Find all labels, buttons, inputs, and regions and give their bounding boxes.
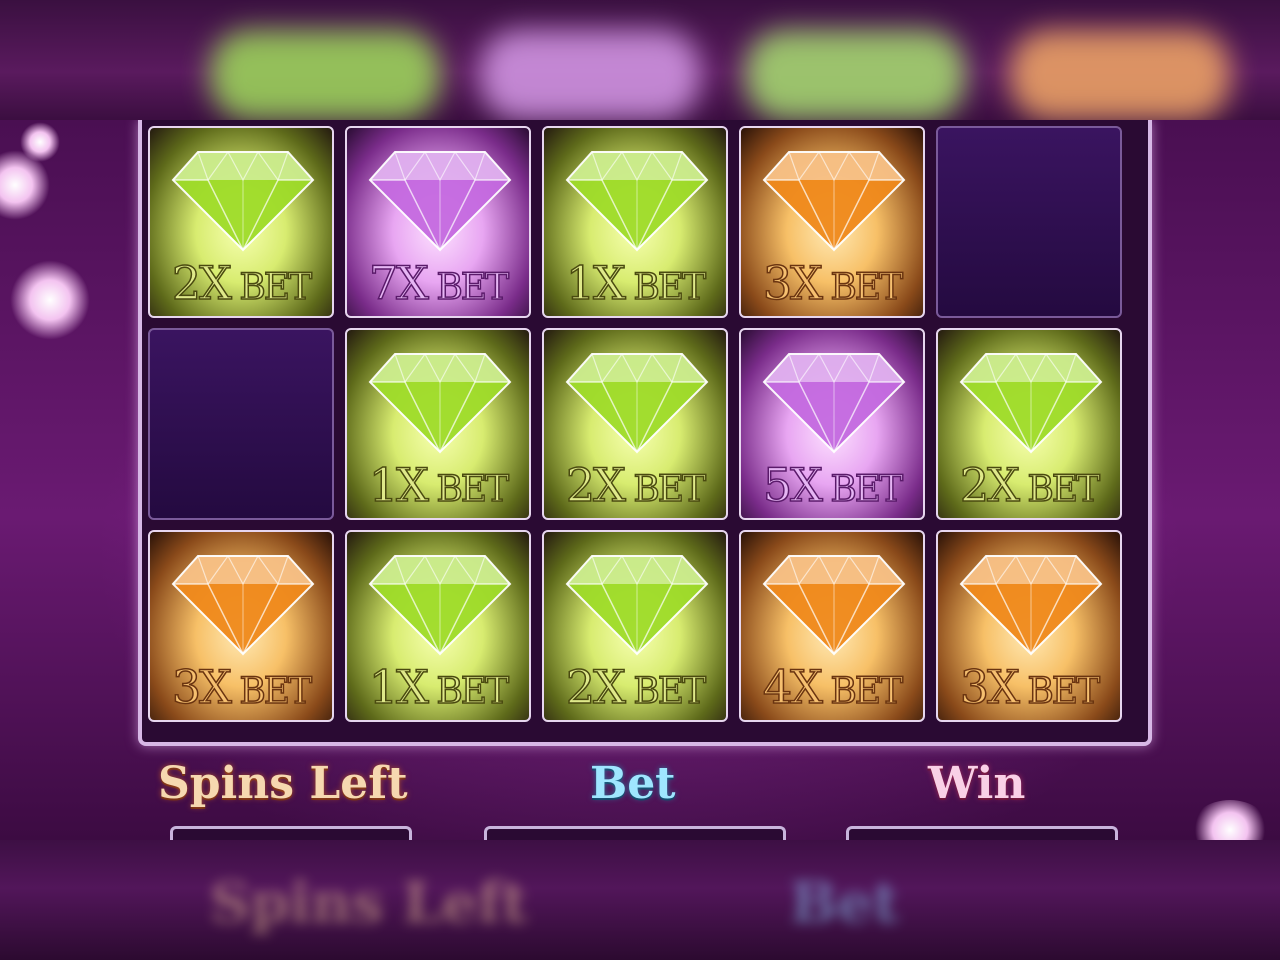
gem-cell: 4X BET	[739, 530, 925, 722]
multiplier-unit: BET	[229, 671, 313, 712]
gem-cell: 2X BET	[148, 126, 334, 318]
spins-left-display	[170, 826, 412, 840]
multiplier-value: 2X	[171, 256, 233, 310]
bet-multiplier: 3X BET	[938, 663, 1120, 712]
gem-cell: 3X BET	[936, 530, 1122, 722]
multiplier-value: 2X	[565, 458, 627, 512]
empty-cell	[936, 126, 1122, 318]
multiplier-unit: BET	[1017, 469, 1101, 510]
multiplier-value: 5X	[762, 458, 824, 512]
win-label: Win	[928, 758, 1026, 809]
sparkle-icon	[20, 122, 60, 162]
multiplier-value: 3X	[959, 660, 1021, 714]
purple-diamond-icon	[368, 150, 512, 252]
bet-multiplier: 5X BET	[741, 461, 923, 510]
multiplier-unit: BET	[623, 671, 707, 712]
multiplier-value: 1X	[368, 660, 430, 714]
green-diamond-icon	[959, 352, 1103, 454]
multiplier-unit: BET	[623, 267, 707, 308]
multiplier-unit: BET	[426, 671, 510, 712]
green-diamond-icon	[368, 352, 512, 454]
blurred-orange-gem	[1010, 30, 1230, 120]
bet-multiplier: 2X BET	[544, 461, 726, 510]
gem-cell: 3X BET	[148, 530, 334, 722]
orange-diamond-icon	[171, 554, 315, 656]
blurred-spins-left-label: Spins Left	[210, 870, 528, 936]
gem-cell: 1X BET	[345, 328, 531, 520]
bet-multiplier: 1X BET	[347, 461, 529, 510]
gem-cell: 3X BET	[739, 126, 925, 318]
multiplier-value: 3X	[171, 660, 233, 714]
empty-cell	[148, 328, 334, 520]
gem-cell: 5X BET	[739, 328, 925, 520]
gem-cell: 2X BET	[542, 328, 728, 520]
green-diamond-icon	[368, 554, 512, 656]
blurred-purple-gem	[480, 30, 700, 120]
spins-left-label: Spins Left	[158, 758, 408, 809]
green-diamond-icon	[565, 150, 709, 252]
green-diamond-icon	[171, 150, 315, 252]
sparkle-icon	[1190, 800, 1270, 840]
orange-diamond-icon	[762, 150, 906, 252]
reel-grid: 2X BET 7X BET 1X BET 3X BET 1X BET 2X BET 5X B…	[148, 126, 1138, 730]
multiplier-value: 1X	[368, 458, 430, 512]
blurred-bet-label: Bet	[790, 870, 899, 936]
multiplier-value: 4X	[762, 660, 824, 714]
green-diamond-icon	[565, 352, 709, 454]
bet-multiplier: 3X BET	[741, 259, 923, 308]
gem-cell: 2X BET	[936, 328, 1122, 520]
win-display	[846, 826, 1118, 840]
bet-multiplier: 2X BET	[150, 259, 332, 308]
bet-label: Bet	[590, 758, 676, 809]
blurred-bottom-background: Spins Left Bet	[0, 840, 1280, 960]
multiplier-value: 1X	[565, 256, 627, 310]
bet-multiplier: 4X BET	[741, 663, 923, 712]
multiplier-value: 2X	[959, 458, 1021, 512]
orange-diamond-icon	[762, 554, 906, 656]
multiplier-unit: BET	[623, 469, 707, 510]
orange-diamond-icon	[959, 554, 1103, 656]
gem-cell: 1X BET	[345, 530, 531, 722]
gem-cell: 7X BET	[345, 126, 531, 318]
multiplier-value: 7X	[368, 256, 430, 310]
purple-diamond-icon	[762, 352, 906, 454]
multiplier-unit: BET	[820, 671, 904, 712]
bet-display	[484, 826, 786, 840]
blurred-top-background	[0, 0, 1280, 120]
gem-cell: 1X BET	[542, 126, 728, 318]
multiplier-unit: BET	[426, 469, 510, 510]
multiplier-unit: BET	[820, 469, 904, 510]
sparkle-icon	[10, 260, 90, 340]
multiplier-value: 3X	[762, 256, 824, 310]
bet-multiplier: 1X BET	[347, 663, 529, 712]
bet-multiplier: 7X BET	[347, 259, 529, 308]
bet-multiplier: 2X BET	[544, 663, 726, 712]
bet-multiplier: 1X BET	[544, 259, 726, 308]
multiplier-unit: BET	[820, 267, 904, 308]
bet-multiplier: 3X BET	[150, 663, 332, 712]
slot-bonus-scene: 2X BET 7X BET 1X BET 3X BET 1X BET 2X BET 5X B…	[0, 120, 1280, 840]
multiplier-unit: BET	[229, 267, 313, 308]
multiplier-unit: BET	[426, 267, 510, 308]
gem-cell: 2X BET	[542, 530, 728, 722]
multiplier-unit: BET	[1017, 671, 1101, 712]
blurred-green-gem	[210, 30, 440, 120]
blurred-green-gem	[745, 30, 965, 120]
green-diamond-icon	[565, 554, 709, 656]
bet-multiplier: 2X BET	[938, 461, 1120, 510]
multiplier-value: 2X	[565, 660, 627, 714]
